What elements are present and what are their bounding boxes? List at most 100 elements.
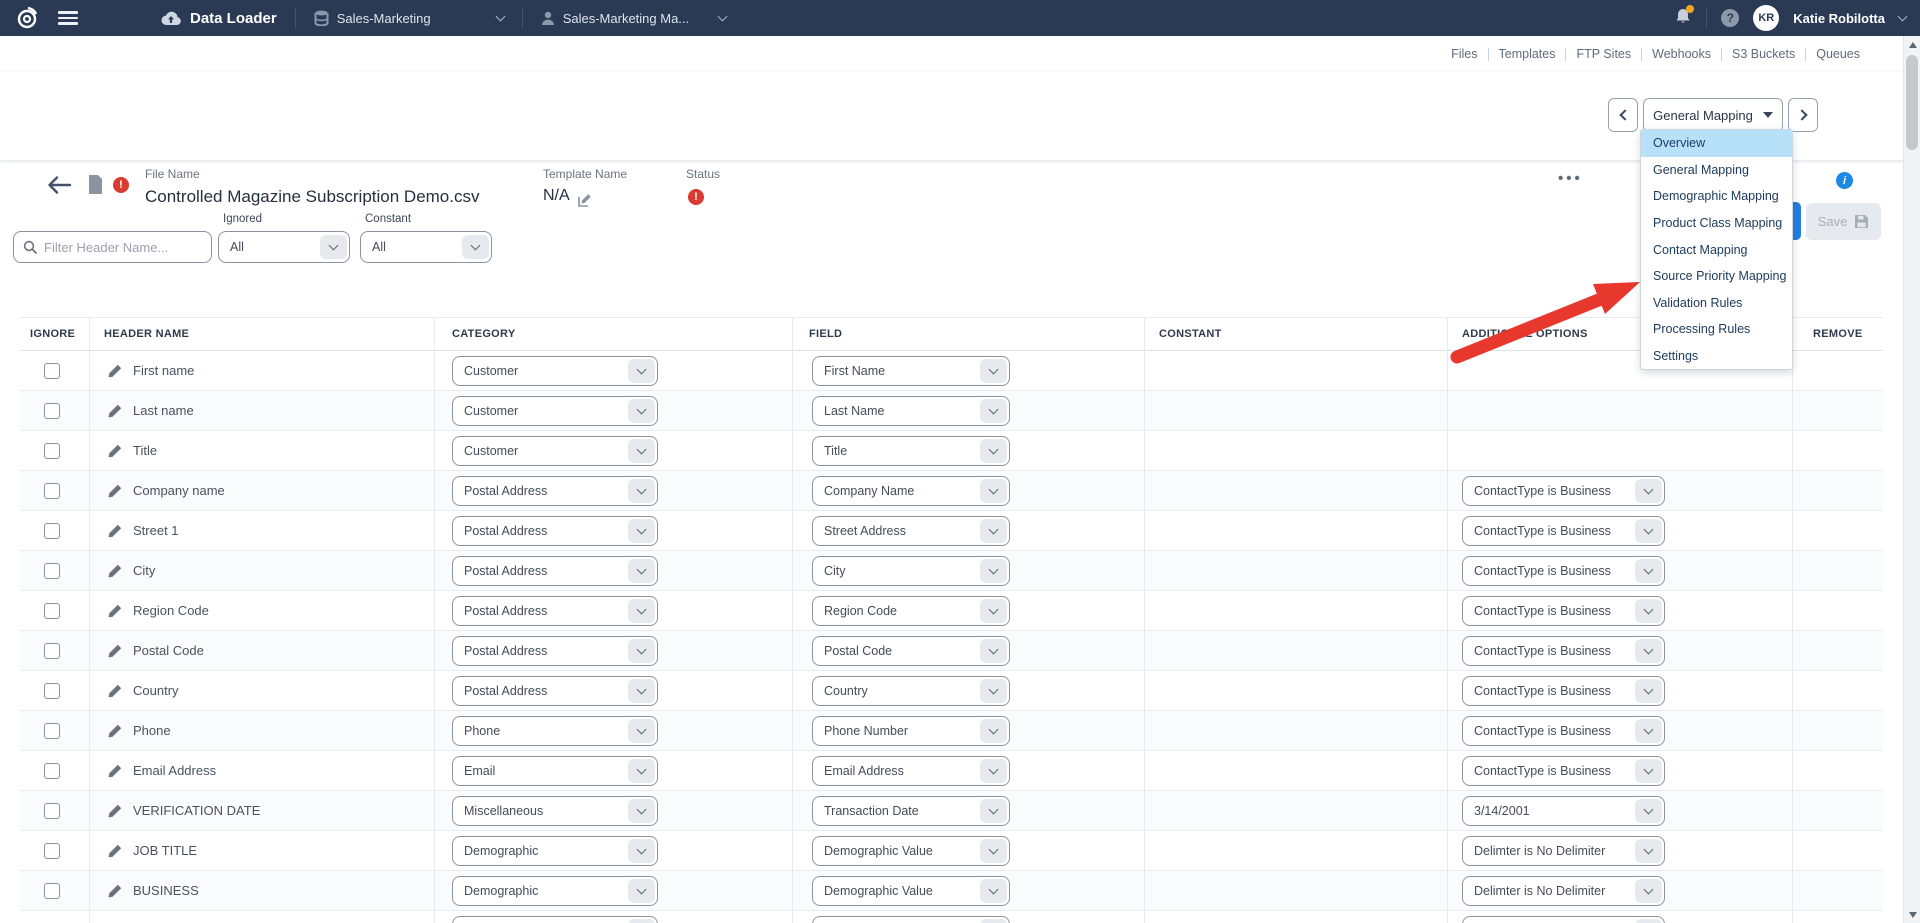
field-select[interactable]: Transaction Date	[812, 796, 1010, 826]
additional-options-select[interactable]: 3/14/2001	[1462, 796, 1665, 826]
additional-options-select[interactable]: ContactType is Business	[1462, 476, 1665, 506]
additional-options-select[interactable]: ContactType is Business	[1462, 596, 1665, 626]
field-select[interactable]: Title	[812, 436, 1010, 466]
header-filter-search[interactable]	[13, 231, 212, 263]
next-section-button[interactable]	[1788, 98, 1818, 132]
ignore-checkbox[interactable]	[44, 683, 60, 699]
save-button[interactable]: Save	[1806, 203, 1881, 240]
avatar[interactable]: KR	[1753, 5, 1779, 31]
edit-header-icon[interactable]	[108, 604, 122, 618]
edit-header-icon[interactable]	[108, 884, 122, 898]
category-select[interactable]: Postal Address	[452, 556, 658, 586]
menu-item-source-priority-mapping[interactable]: Source Priority Mapping	[1641, 263, 1792, 290]
ignored-filter-select[interactable]: All	[218, 231, 350, 263]
prev-section-button[interactable]	[1608, 98, 1638, 132]
search-input[interactable]	[44, 240, 211, 255]
category-select[interactable]: Postal Address	[452, 476, 658, 506]
scrollbar-thumb[interactable]	[1906, 55, 1918, 150]
hamburger-menu-icon[interactable]	[58, 8, 78, 28]
field-select[interactable]: Country	[812, 676, 1010, 706]
category-select[interactable]: Miscellaneous	[452, 796, 658, 826]
org-selector[interactable]: Sales-Marketing	[314, 10, 504, 26]
field-select[interactable]: Postal Code	[812, 636, 1010, 666]
info-icon[interactable]: i	[1836, 172, 1853, 189]
scroll-down-arrow[interactable]	[1904, 906, 1920, 923]
category-select[interactable]: Postal Address	[452, 636, 658, 666]
more-options-button[interactable]: •••	[1558, 170, 1583, 187]
additional-options-select[interactable]: Delimter is No Delimiter	[1462, 836, 1665, 866]
field-select[interactable]: Last Name	[812, 396, 1010, 426]
back-button[interactable]	[46, 174, 72, 201]
app-switcher[interactable]: Data Loader	[160, 10, 277, 27]
nav-link-s3-buckets[interactable]: S3 Buckets	[1722, 47, 1805, 61]
category-select[interactable]: Customer	[452, 356, 658, 386]
category-select[interactable]: Email	[452, 756, 658, 786]
category-select[interactable]: Postal Address	[452, 676, 658, 706]
menu-item-contact-mapping[interactable]: Contact Mapping	[1641, 236, 1792, 263]
nav-link-ftp-sites[interactable]: FTP Sites	[1566, 47, 1641, 61]
category-select[interactable]	[452, 916, 658, 923]
menu-item-settings[interactable]: Settings	[1641, 343, 1792, 370]
additional-options-select[interactable]: Delimter is No Delimiter	[1462, 876, 1665, 906]
edit-header-icon[interactable]	[108, 404, 122, 418]
additional-options-select[interactable]: ContactType is Business	[1462, 676, 1665, 706]
map-selector[interactable]: Sales-Marketing Ma...	[541, 11, 726, 26]
ignore-checkbox[interactable]	[44, 403, 60, 419]
menu-item-product-class-mapping[interactable]: Product Class Mapping	[1641, 210, 1792, 237]
category-select[interactable]: Phone	[452, 716, 658, 746]
edit-header-icon[interactable]	[108, 684, 122, 698]
category-select[interactable]: Demographic	[452, 876, 658, 906]
menu-item-overview[interactable]: Overview	[1641, 130, 1792, 157]
app-logo-icon[interactable]	[14, 5, 40, 31]
ignore-checkbox[interactable]	[44, 883, 60, 899]
menu-item-processing-rules[interactable]: Processing Rules	[1641, 316, 1792, 343]
edit-header-icon[interactable]	[108, 564, 122, 578]
edit-header-icon[interactable]	[108, 724, 122, 738]
category-select[interactable]: Demographic	[452, 836, 658, 866]
chevron-down-icon[interactable]	[1898, 11, 1908, 21]
ignore-checkbox[interactable]	[44, 443, 60, 459]
menu-item-demographic-mapping[interactable]: Demographic Mapping	[1641, 183, 1792, 210]
constant-filter-select[interactable]: All	[360, 231, 492, 263]
additional-options-select[interactable]: ContactType is Business	[1462, 556, 1665, 586]
edit-header-icon[interactable]	[108, 524, 122, 538]
ignore-checkbox[interactable]	[44, 843, 60, 859]
ignore-checkbox[interactable]	[44, 483, 60, 499]
ignore-checkbox[interactable]	[44, 523, 60, 539]
field-select[interactable]: Phone Number	[812, 716, 1010, 746]
scroll-up-arrow[interactable]	[1904, 36, 1920, 53]
edit-header-icon[interactable]	[108, 844, 122, 858]
edit-template-icon[interactable]	[578, 193, 592, 212]
edit-header-icon[interactable]	[108, 644, 122, 658]
menu-item-general-mapping[interactable]: General Mapping	[1641, 157, 1792, 184]
nav-link-webhooks[interactable]: Webhooks	[1642, 47, 1721, 61]
ignore-checkbox[interactable]	[44, 723, 60, 739]
category-select[interactable]: Postal Address	[452, 516, 658, 546]
additional-options-select[interactable]	[1462, 916, 1665, 923]
section-selector-button[interactable]: General Mapping	[1643, 98, 1783, 132]
ignore-checkbox[interactable]	[44, 363, 60, 379]
additional-options-select[interactable]: ContactType is Business	[1462, 636, 1665, 666]
nav-link-files[interactable]: Files	[1441, 47, 1487, 61]
help-button[interactable]: ?	[1721, 9, 1739, 27]
nav-link-templates[interactable]: Templates	[1489, 47, 1566, 61]
category-select[interactable]: Customer	[452, 436, 658, 466]
ignore-checkbox[interactable]	[44, 803, 60, 819]
nav-link-queues[interactable]: Queues	[1806, 47, 1870, 61]
ignore-checkbox[interactable]	[44, 763, 60, 779]
category-select[interactable]: Customer	[452, 396, 658, 426]
field-select[interactable]: First Name	[812, 356, 1010, 386]
notifications-button[interactable]	[1674, 7, 1692, 30]
field-select[interactable]: City	[812, 556, 1010, 586]
additional-options-select[interactable]: ContactType is Business	[1462, 756, 1665, 786]
field-select[interactable]	[812, 916, 1010, 923]
field-select[interactable]: Street Address	[812, 516, 1010, 546]
edit-header-icon[interactable]	[108, 444, 122, 458]
ignore-checkbox[interactable]	[44, 643, 60, 659]
field-select[interactable]: Region Code	[812, 596, 1010, 626]
field-select[interactable]: Demographic Value	[812, 836, 1010, 866]
field-select[interactable]: Demographic Value	[812, 876, 1010, 906]
edit-header-icon[interactable]	[108, 764, 122, 778]
menu-item-validation-rules[interactable]: Validation Rules	[1641, 289, 1792, 316]
edit-header-icon[interactable]	[108, 364, 122, 378]
